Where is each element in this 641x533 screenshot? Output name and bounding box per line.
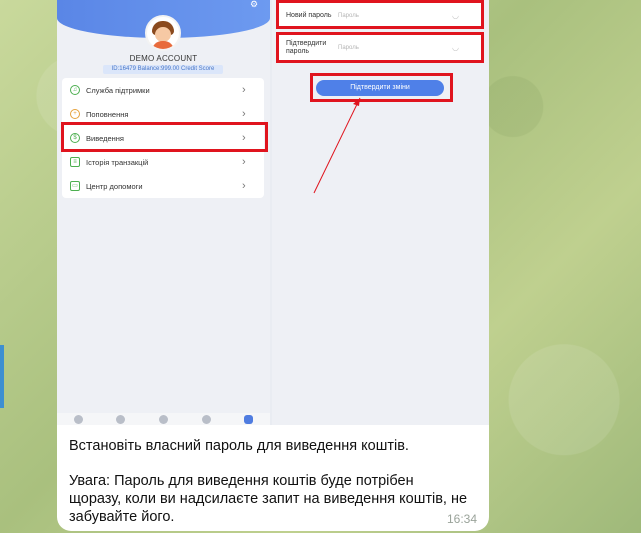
new-password-input[interactable]: Пароль <box>338 13 452 19</box>
history-icon: ≡ <box>70 157 80 167</box>
menu-item-withdraw[interactable]: $ Виведення › <box>62 126 264 150</box>
chat-list-edge <box>0 345 4 408</box>
eye-icon[interactable]: ◡ <box>452 11 462 20</box>
password-screen: Новий пароль Пароль ◡ Підтвердити пароль… <box>272 0 489 425</box>
avatar <box>145 15 181 51</box>
help-icon: ▭ <box>70 181 80 191</box>
attached-screenshot[interactable]: ⚙ DEMO ACCOUNT ID:16479 Balance:999.00 C… <box>57 0 489 425</box>
chevron-right-icon: › <box>242 83 246 96</box>
account-menu: ♫ Служба підтримки › + Поповнення › $ Ви… <box>62 78 264 198</box>
menu-item-help[interactable]: ▭ Центр допомоги › <box>62 174 264 198</box>
menu-item-label: Центр допомоги <box>86 181 143 191</box>
menu-item-deposit[interactable]: + Поповнення › <box>62 102 264 126</box>
home-icon[interactable] <box>73 414 83 424</box>
account-info: ID:16479 Balance:999.00 Credit Score <box>103 65 223 74</box>
menu-item-history[interactable]: ≡ Історія транзакцій › <box>62 150 264 174</box>
trade-icon[interactable] <box>158 414 168 424</box>
headset-icon: ♫ <box>70 85 80 95</box>
market-icon[interactable] <box>116 414 126 424</box>
settings-icon: ⚙ <box>250 0 259 9</box>
message-line-1: Встановіть власний пароль для виведення … <box>69 438 409 454</box>
menu-item-label: Служба підтримки <box>86 85 150 95</box>
menu-item-label: Виведення <box>86 133 124 143</box>
account-screen: ⚙ DEMO ACCOUNT ID:16479 Balance:999.00 C… <box>57 0 270 425</box>
confirm-password-input[interactable]: Пароль <box>338 45 452 51</box>
menu-item-support[interactable]: ♫ Служба підтримки › <box>62 78 264 102</box>
confirm-changes-button[interactable]: Підтвердити зміни <box>316 80 444 96</box>
chevron-right-icon: › <box>242 155 246 168</box>
eye-icon[interactable]: ◡ <box>452 43 462 52</box>
menu-item-label: Поповнення <box>86 109 129 119</box>
account-name: DEMO ACCOUNT <box>129 54 198 63</box>
message-bubble[interactable]: ⚙ DEMO ACCOUNT ID:16479 Balance:999.00 C… <box>57 0 489 531</box>
message-line-2: Увага: Пароль для виведення коштів буде … <box>69 473 468 525</box>
confirm-password-label: Підтвердити пароль <box>286 39 327 55</box>
menu-item-label: Історія транзакцій <box>86 157 149 167</box>
chevron-right-icon: › <box>242 107 246 120</box>
message-time: 16:34 <box>446 512 477 526</box>
deposit-icon: + <box>70 109 80 119</box>
new-password-label: Новий пароль <box>286 11 332 19</box>
confirm-password-row[interactable]: Підтвердити пароль Пароль ◡ <box>278 34 482 61</box>
chevron-right-icon: › <box>242 179 246 192</box>
bottom-nav <box>57 413 270 425</box>
wallet-icon[interactable] <box>201 414 211 424</box>
profile-icon[interactable] <box>244 414 254 424</box>
new-password-row[interactable]: Новий пароль Пароль ◡ <box>278 2 482 29</box>
chevron-right-icon: › <box>242 131 246 144</box>
message-text: Встановіть власний пароль для виведення … <box>69 437 469 526</box>
withdraw-icon: $ <box>70 133 80 143</box>
